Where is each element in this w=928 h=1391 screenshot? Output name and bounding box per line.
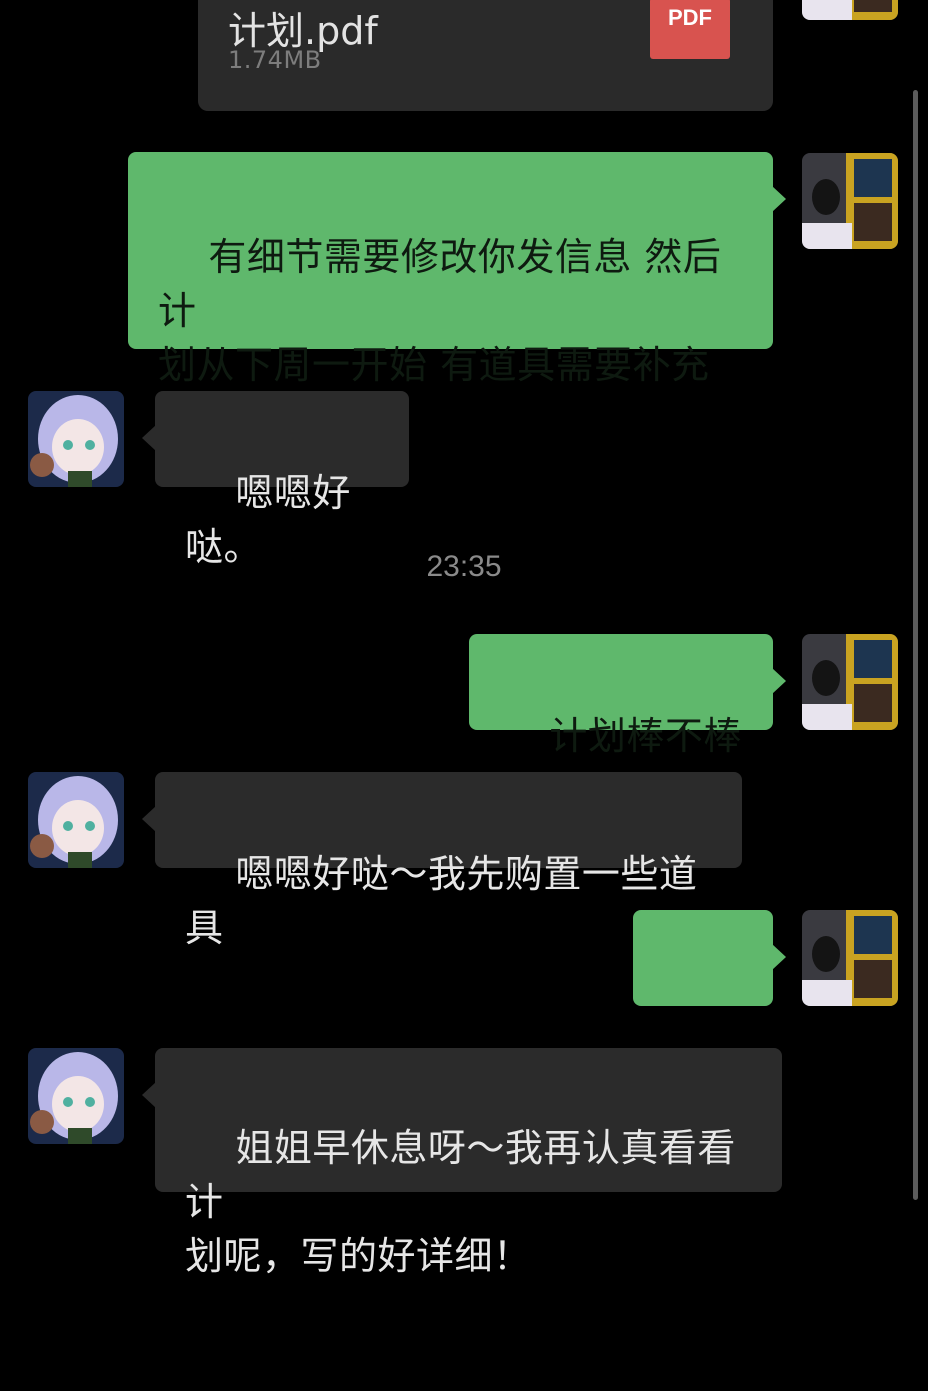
- pdf-file-icon: PDF: [650, 0, 730, 59]
- contact-avatar[interactable]: [28, 1048, 124, 1144]
- self-avatar[interactable]: [802, 153, 898, 249]
- self-avatar[interactable]: [802, 910, 898, 1006]
- bubble-tail: [772, 944, 786, 970]
- contact-avatar[interactable]: [28, 772, 124, 868]
- bubble-tail: [772, 668, 786, 694]
- contact-avatar-anime: [28, 1048, 124, 1144]
- file-message-card[interactable]: 计划.pdf 1.74MB PDF: [198, 0, 773, 111]
- incoming-message-bubble[interactable]: 嗯嗯好哒。: [142, 391, 409, 569]
- self-avatar[interactable]: [802, 0, 898, 20]
- incoming-message-bubble[interactable]: 姐姐早休息呀～我再认真看看计 划呢，写的好详细！: [142, 1048, 782, 1278]
- self-avatar-photo: [802, 0, 898, 20]
- contact-avatar[interactable]: [28, 391, 124, 487]
- file-size: 1.74MB: [228, 46, 322, 74]
- outgoing-message-bubble[interactable]: 嗯嗯: [633, 910, 786, 1088]
- self-avatar-photo: [802, 153, 898, 249]
- self-avatar-photo: [802, 910, 898, 1006]
- bubble-tail: [142, 806, 156, 832]
- chat-message-list[interactable]: 计划.pdf 1.74MB PDF 有细节需要修改你发信息 然后计 划从下周一开…: [0, 0, 928, 1278]
- scrollbar[interactable]: [913, 90, 918, 1200]
- self-avatar-photo: [802, 634, 898, 730]
- bubble-tail: [142, 1082, 156, 1108]
- incoming-message-bubble[interactable]: 嗯嗯好哒～我先购置一些道具: [142, 772, 742, 950]
- bubble-tail: [142, 425, 156, 451]
- contact-avatar-anime: [28, 391, 124, 487]
- message-timestamp: 23:35: [426, 550, 502, 583]
- message-text: 姐姐早休息呀～我再认真看看计 划呢，写的好详细！: [185, 1126, 736, 1278]
- outgoing-message-bubble[interactable]: 有细节需要修改你发信息 然后计 划从下周一开始 有道具需要补充 你就尽快补哦: [128, 152, 786, 441]
- self-avatar[interactable]: [802, 634, 898, 730]
- contact-avatar-anime: [28, 772, 124, 868]
- message-text: 嗯嗯好哒～我先购置一些道具: [185, 852, 698, 950]
- bubble-tail: [772, 186, 786, 212]
- outgoing-message-bubble[interactable]: 计划棒不棒～: [469, 634, 786, 812]
